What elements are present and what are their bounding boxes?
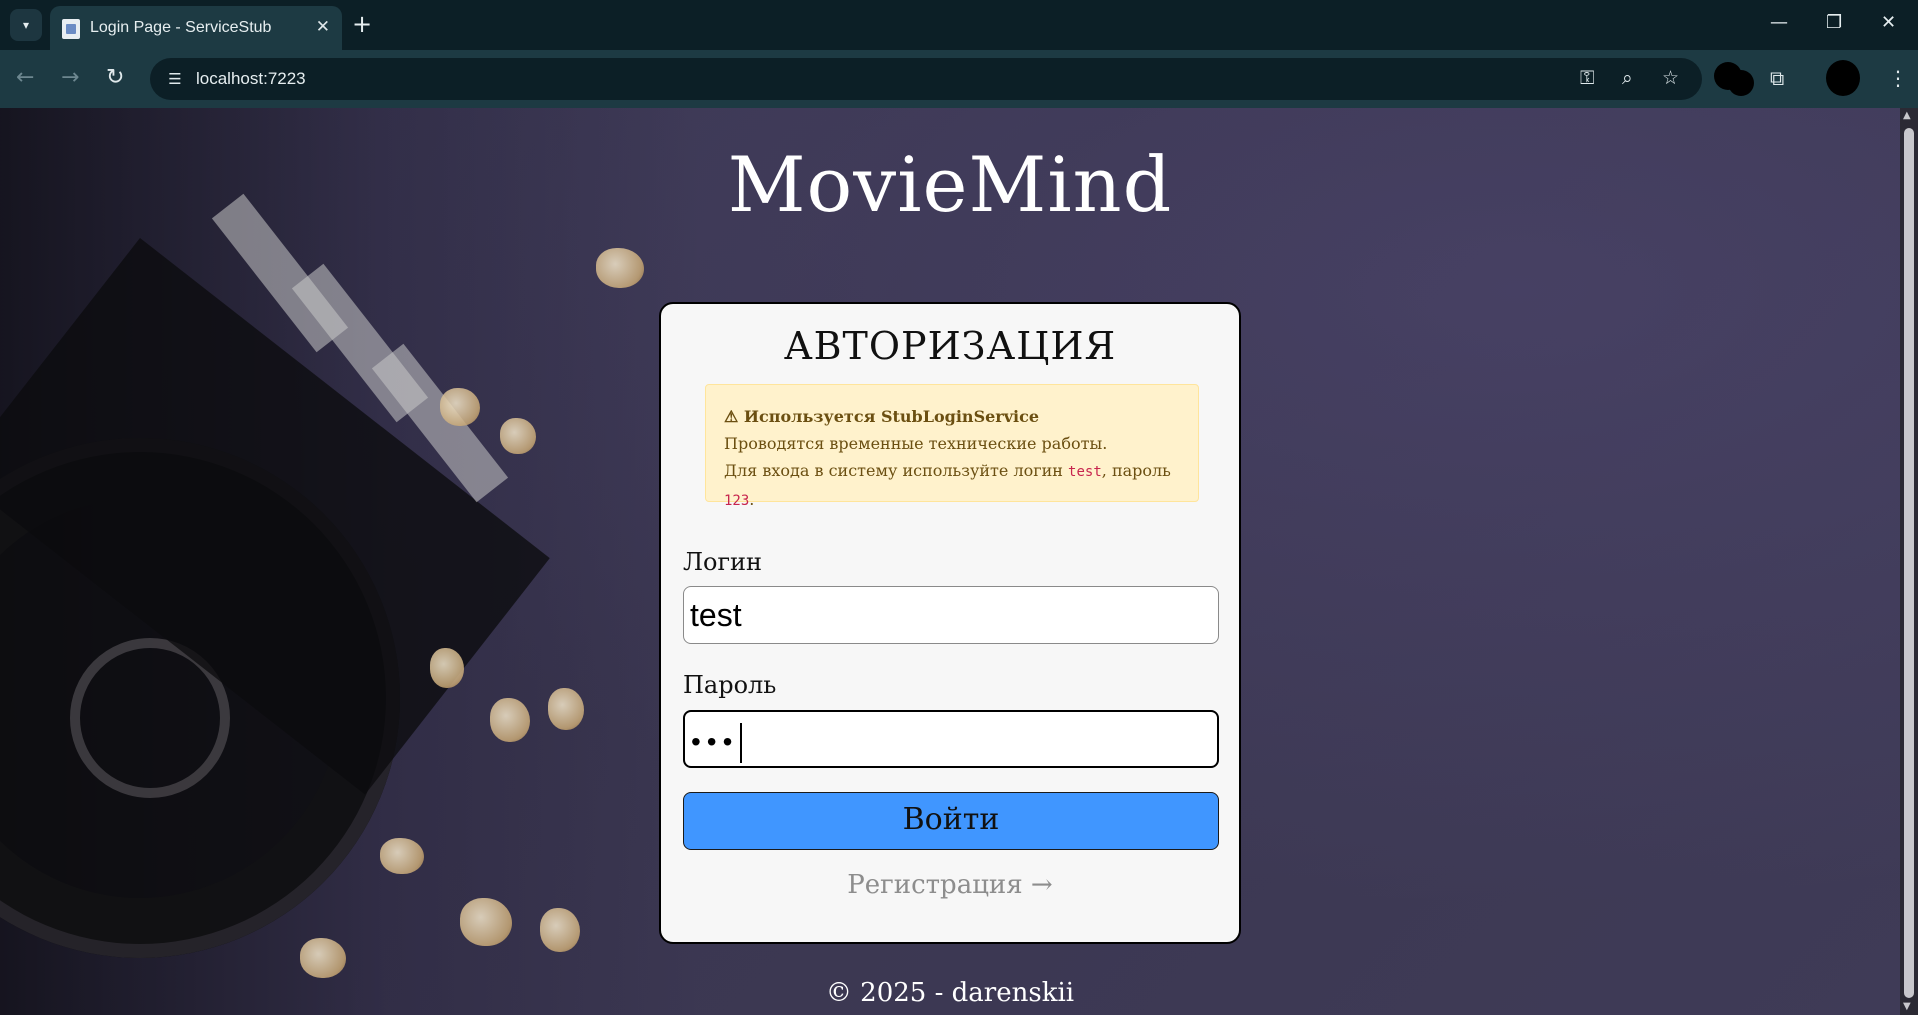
scrollbar-thumb[interactable] — [1904, 128, 1914, 998]
key-icon[interactable]: ⚿ — [1580, 67, 1594, 89]
browser-toolbar: ← → ↻ ☰ localhost:7223 ⚿ ⌕ ☆ ⧉ ⋮ — [0, 50, 1918, 108]
puzzle-icon[interactable]: ⧉ — [1770, 66, 1784, 90]
alert-text: Для входа в систему используйте логин — [724, 461, 1069, 480]
login-hint-code: test — [1068, 464, 1102, 480]
login-button[interactable]: Войти — [683, 792, 1219, 850]
kebab-menu-icon[interactable]: ⋮ — [1888, 66, 1908, 90]
warning-alert: ⚠ Используется StubLoginService Проводят… — [705, 384, 1199, 509]
popcorn-image — [440, 388, 480, 426]
profile-avatar[interactable] — [1826, 60, 1860, 96]
close-icon[interactable]: ✕ — [316, 17, 330, 37]
plus-icon[interactable]: + — [352, 11, 372, 37]
popcorn-image — [380, 838, 424, 874]
arrow-left-icon[interactable]: ← — [16, 65, 34, 91]
popcorn-image — [490, 698, 530, 742]
popcorn-image — [300, 938, 346, 978]
password-hint-code: 123 — [724, 493, 750, 509]
restore-icon[interactable]: ❐ — [1826, 12, 1842, 33]
close-window-icon[interactable]: ✕ — [1881, 12, 1896, 33]
popcorn-image — [596, 248, 644, 288]
extension-avatar-icon[interactable] — [1728, 70, 1754, 96]
scroll-up-icon[interactable]: ▲ — [1903, 110, 1911, 121]
login-input-value[interactable]: test — [690, 597, 742, 633]
popcorn-image — [460, 898, 512, 946]
reload-icon[interactable]: ↻ — [106, 65, 124, 91]
popcorn-image — [540, 908, 580, 952]
page-scrollbar[interactable]: ▲ ▼ — [1900, 108, 1918, 1015]
minimize-icon[interactable]: — — [1770, 12, 1788, 33]
site-logo[interactable]: MovieMind — [0, 140, 1900, 229]
login-input[interactable]: test — [683, 586, 1219, 644]
footer-copyright: © 2025 - darenskii — [825, 978, 1075, 1008]
browser-tab-bar: ▾ Login Page - ServiceStub ✕ + — ❐ ✕ — [0, 0, 1918, 50]
alert-line: Для входа в систему используйте логин te… — [724, 457, 1180, 515]
register-link[interactable]: Регистрация → — [661, 870, 1239, 900]
chevron-down-icon: ▾ — [22, 18, 30, 32]
alert-heading: ⚠ Используется StubLoginService — [724, 407, 1040, 426]
tab-title: Login Page - ServiceStub — [90, 19, 272, 36]
popcorn-image — [548, 688, 584, 730]
favicon-icon — [62, 19, 80, 39]
login-card: АВТОРИЗАЦИЯ ⚠ Используется StubLoginServ… — [659, 302, 1241, 944]
tab-search-button[interactable]: ▾ — [10, 9, 42, 41]
popcorn-image — [500, 418, 536, 454]
page-viewport: MovieMind АВТОРИЗАЦИЯ ⚠ Используется Stu… — [0, 108, 1900, 1015]
password-input-value[interactable]: ••• — [691, 726, 738, 757]
address-bar[interactable]: ☰ localhost:7223 ⚿ ⌕ ☆ — [150, 58, 1702, 100]
alert-text: . — [749, 490, 755, 509]
password-label: Пароль — [683, 671, 777, 699]
alert-line: Проводятся временные технические работы. — [724, 434, 1108, 453]
scroll-down-icon[interactable]: ▼ — [1903, 1001, 1911, 1012]
popcorn-image — [430, 648, 464, 688]
text-caret — [740, 722, 743, 763]
zoom-icon[interactable]: ⌕ — [1622, 67, 1633, 89]
alert-text: , пароль — [1101, 461, 1171, 480]
star-icon[interactable]: ☆ — [1662, 67, 1679, 89]
tune-icon[interactable]: ☰ — [164, 68, 186, 90]
browser-tab[interactable]: Login Page - ServiceStub ✕ — [50, 6, 342, 50]
url-text[interactable]: localhost:7223 — [196, 69, 306, 89]
password-input[interactable]: ••• — [683, 710, 1219, 768]
page-title: АВТОРИЗАЦИЯ — [783, 324, 1117, 368]
login-label: Логин — [683, 548, 763, 576]
arrow-right-icon[interactable]: → — [61, 65, 79, 91]
